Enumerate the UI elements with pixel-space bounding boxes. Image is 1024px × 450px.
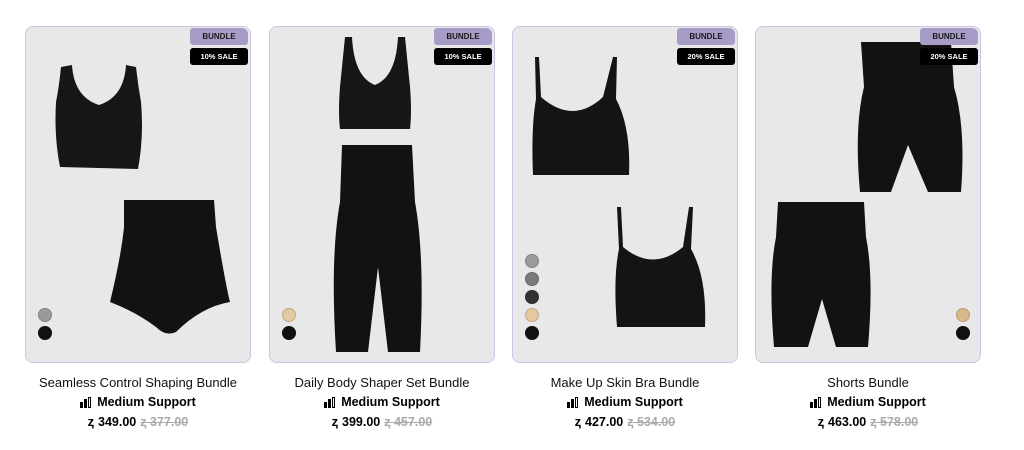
support-level: Medium Support bbox=[269, 395, 495, 409]
sale-price: 463.00 bbox=[828, 415, 867, 429]
product-card[interactable]: BUNDLE 20% SALE Make Up Skin Bra Bundle … bbox=[512, 26, 738, 429]
support-level: Medium Support bbox=[755, 395, 981, 409]
color-swatch-charcoal[interactable] bbox=[525, 290, 539, 304]
product-image-frame[interactable]: BUNDLE 20% SALE bbox=[755, 26, 981, 363]
original-price: ⱬ 377.00 bbox=[140, 415, 189, 429]
color-swatch-black[interactable] bbox=[38, 326, 52, 340]
color-swatches bbox=[956, 308, 970, 340]
support-bars-icon bbox=[324, 396, 336, 408]
support-level: Medium Support bbox=[512, 395, 738, 409]
product-title[interactable]: Shorts Bundle bbox=[755, 375, 981, 391]
price: ⱬ 349.00 ⱬ 377.00 bbox=[25, 415, 251, 429]
price: ⱬ 463.00 ⱬ 578.00 bbox=[755, 415, 981, 429]
color-swatches bbox=[282, 308, 296, 340]
product-image bbox=[333, 37, 422, 352]
sale-badge: 10% SALE bbox=[434, 48, 492, 65]
price: ⱬ 427.00 ⱬ 534.00 bbox=[512, 415, 738, 429]
color-swatch-gray[interactable] bbox=[525, 254, 539, 268]
sale-badge: 20% SALE bbox=[920, 48, 978, 65]
product-image-frame[interactable]: BUNDLE 10% SALE bbox=[25, 26, 251, 363]
color-swatch-black[interactable] bbox=[282, 326, 296, 340]
currency-icon: ⱬ bbox=[331, 415, 339, 429]
sale-badge: 20% SALE bbox=[677, 48, 735, 65]
product-card[interactable]: BUNDLE 10% SALE Seamless Control Shaping… bbox=[25, 26, 251, 429]
currency-icon: ⱬ bbox=[817, 415, 825, 429]
support-bars-icon bbox=[80, 396, 92, 408]
color-swatch-dark-gray[interactable] bbox=[525, 272, 539, 286]
price: ⱬ 399.00 ⱬ 457.00 bbox=[269, 415, 495, 429]
product-card[interactable]: BUNDLE 10% SALE Daily Body Shaper Set Bu… bbox=[269, 26, 495, 429]
sale-price: 427.00 bbox=[585, 415, 624, 429]
currency-icon: ⱬ bbox=[87, 415, 95, 429]
sale-price: 349.00 bbox=[98, 415, 137, 429]
color-swatches bbox=[525, 254, 539, 340]
support-bars-icon bbox=[567, 396, 579, 408]
product-image-frame[interactable]: BUNDLE 20% SALE bbox=[512, 26, 738, 363]
sale-badge: 10% SALE bbox=[190, 48, 248, 65]
color-swatch-beige[interactable] bbox=[956, 308, 970, 322]
product-grid: BUNDLE 10% SALE Seamless Control Shaping… bbox=[25, 26, 985, 446]
product-title[interactable]: Daily Body Shaper Set Bundle bbox=[269, 375, 495, 391]
color-swatch-gray[interactable] bbox=[38, 308, 52, 322]
bundle-badge: BUNDLE bbox=[434, 28, 492, 45]
bundle-badge: BUNDLE bbox=[677, 28, 735, 45]
support-level: Medium Support bbox=[25, 395, 251, 409]
support-bars-icon bbox=[810, 396, 822, 408]
bundle-badge: BUNDLE bbox=[190, 28, 248, 45]
original-price: ⱬ 578.00 bbox=[870, 415, 919, 429]
color-swatch-beige[interactable] bbox=[282, 308, 296, 322]
color-swatch-black[interactable] bbox=[525, 326, 539, 340]
product-title[interactable]: Seamless Control Shaping Bundle bbox=[25, 375, 251, 391]
color-swatch-black[interactable] bbox=[956, 326, 970, 340]
original-price: ⱬ 457.00 bbox=[384, 415, 433, 429]
currency-icon: ⱬ bbox=[574, 415, 582, 429]
product-image bbox=[55, 65, 230, 334]
bundle-badge: BUNDLE bbox=[920, 28, 978, 45]
color-swatches bbox=[38, 308, 52, 340]
sale-price: 399.00 bbox=[342, 415, 381, 429]
product-card[interactable]: BUNDLE 20% SALE Shorts Bundle Medium Sup… bbox=[755, 26, 981, 429]
product-title[interactable]: Make Up Skin Bra Bundle bbox=[512, 375, 738, 391]
original-price: ⱬ 534.00 bbox=[627, 415, 676, 429]
product-image-frame[interactable]: BUNDLE 10% SALE bbox=[269, 26, 495, 363]
product-image bbox=[771, 42, 963, 347]
product-image bbox=[532, 57, 706, 327]
color-swatch-beige[interactable] bbox=[525, 308, 539, 322]
